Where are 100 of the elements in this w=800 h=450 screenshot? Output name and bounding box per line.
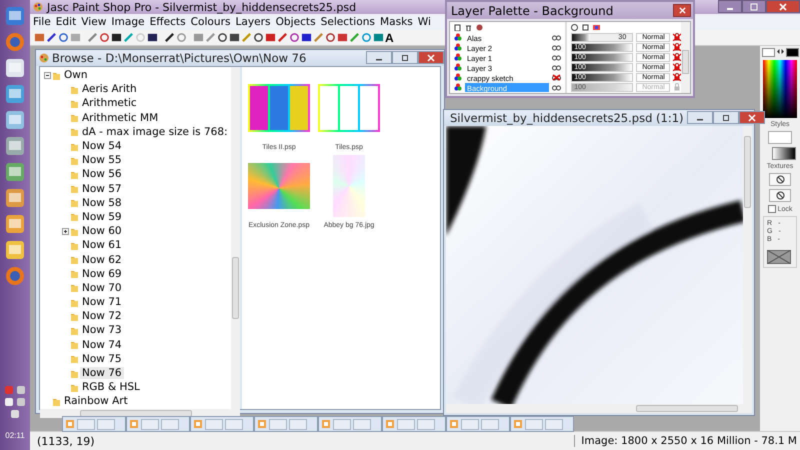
tree-item[interactable]: Now 69 <box>80 268 124 280</box>
mask-icon[interactable] <box>476 24 483 30</box>
image-icon <box>257 419 267 429</box>
tree-item[interactable]: Aeris Arith <box>80 83 139 96</box>
tree-item[interactable]: Now 56 <box>80 168 124 180</box>
tree-item[interactable]: Own <box>62 69 90 82</box>
scrollbar[interactable] <box>231 67 240 408</box>
trash-icon[interactable] <box>465 24 472 30</box>
tree-item[interactable]: Now 73 <box>80 324 124 336</box>
tree-item[interactable]: RGB & HSL <box>80 381 142 394</box>
scrollbar[interactable] <box>681 22 690 93</box>
texture-button[interactable] <box>769 173 791 186</box>
scrollbar-thumb[interactable] <box>682 50 689 74</box>
scrollbar[interactable] <box>446 404 752 413</box>
texture-button[interactable] <box>769 189 791 202</box>
restore-button[interactable] <box>712 111 739 124</box>
minimize-button[interactable] <box>718 0 742 13</box>
tool-icon[interactable] <box>46 32 57 43</box>
scrollbar[interactable] <box>743 126 752 404</box>
tool-icon[interactable] <box>229 32 240 43</box>
glasses-icon[interactable] <box>552 54 562 60</box>
background-swatch[interactable] <box>786 48 798 57</box>
thumbnail-image[interactable] <box>248 163 310 209</box>
window-icon[interactable] <box>5 6 25 26</box>
close-button[interactable] <box>673 4 691 17</box>
text-tool-button[interactable]: A <box>385 30 394 44</box>
tree-item[interactable]: Now 58 <box>80 196 124 209</box>
tree-item[interactable]: dA - max image size is 768: <box>80 126 230 138</box>
scrollbar-thumb[interactable] <box>232 257 239 319</box>
menu-item[interactable]: Edit <box>56 16 76 28</box>
layers-icon[interactable] <box>593 24 600 30</box>
scrollbar-thumb[interactable] <box>80 410 192 416</box>
restore-button[interactable] <box>392 51 418 64</box>
tool-icon[interactable] <box>301 32 312 43</box>
scrollbar-thumb[interactable] <box>744 136 751 208</box>
close-button[interactable] <box>738 111 765 124</box>
document-icon[interactable] <box>5 58 25 78</box>
menu-item[interactable]: View <box>81 16 106 28</box>
tree-item[interactable]: Now 59 <box>80 210 124 223</box>
foreground-swatch[interactable] <box>762 48 774 57</box>
scrollbar[interactable] <box>40 408 240 418</box>
menu-item[interactable]: Effects <box>150 16 186 28</box>
new-layer-icon[interactable] <box>454 24 461 30</box>
tool-icon[interactable] <box>164 32 175 43</box>
circle-icon[interactable] <box>571 24 578 30</box>
tool-icon[interactable] <box>217 32 228 43</box>
expand-icon[interactable] <box>62 228 69 235</box>
tree-item[interactable]: Now 71 <box>80 296 124 308</box>
glasses-icon[interactable] <box>552 44 562 50</box>
gradient-swatch[interactable] <box>772 147 796 160</box>
tree-item[interactable]: Arithmetic <box>80 97 139 110</box>
swap-icon[interactable] <box>776 48 784 55</box>
window-title: Browse - D:\Monserrat\Pictures\Own\Now 76 <box>52 51 306 65</box>
tree-item[interactable]: Now 54 <box>80 140 124 152</box>
menu-item[interactable]: Masks <box>380 16 413 28</box>
close-button[interactable] <box>418 51 444 64</box>
menu-item[interactable]: Colours <box>190 16 230 28</box>
menu-item[interactable]: Selections <box>320 16 375 28</box>
tool-icon[interactable] <box>111 32 122 43</box>
glasses-icon[interactable] <box>552 64 562 70</box>
tree-item[interactable]: Now 62 <box>80 254 124 266</box>
minimize-button[interactable] <box>686 111 713 124</box>
scrollbar-thumb[interactable] <box>636 405 738 412</box>
no-symbol-icon <box>776 175 784 184</box>
menu-item[interactable]: File <box>33 16 51 28</box>
tree-item[interactable]: Arithmetic MM <box>80 112 160 124</box>
checkbox[interactable] <box>768 205 776 213</box>
window-icon[interactable] <box>5 110 25 130</box>
tree-item[interactable]: Now 75 <box>80 352 124 365</box>
image-icon <box>385 419 395 429</box>
collapse-icon[interactable] <box>44 72 51 79</box>
thumbnail-image[interactable] <box>318 84 380 132</box>
tree-item[interactable]: Now 55 <box>80 154 124 166</box>
thumbnail-image[interactable] <box>248 84 310 132</box>
tree-item[interactable]: Now 60 <box>80 225 124 238</box>
image-icon <box>513 419 523 429</box>
close-button[interactable] <box>766 0 800 13</box>
minimize-button[interactable] <box>366 51 392 64</box>
color-picker[interactable] <box>763 60 797 118</box>
window-icon[interactable] <box>5 136 25 156</box>
tree-item[interactable]: Now 74 <box>80 338 124 351</box>
tree-item[interactable]: Now 70 <box>80 282 124 294</box>
tree-item[interactable]: Now 72 <box>80 310 124 322</box>
glasses-icon[interactable] <box>552 34 562 40</box>
tree-item[interactable]: Now 76 <box>80 367 124 380</box>
tool-icon[interactable] <box>253 32 264 43</box>
hidden-icon[interactable] <box>552 74 562 80</box>
style-swatch[interactable] <box>768 131 792 144</box>
menu-item[interactable]: Image <box>111 16 145 28</box>
menu-item[interactable]: Wi <box>418 16 431 28</box>
menu-item[interactable]: Layers <box>236 16 271 28</box>
tool-icon[interactable] <box>147 32 158 43</box>
square-icon[interactable] <box>582 24 590 30</box>
restore-button[interactable] <box>742 0 766 13</box>
window-icon[interactable] <box>5 84 25 104</box>
tree-item[interactable]: Now 57 <box>80 182 124 195</box>
thumbnail-image[interactable] <box>333 155 365 217</box>
tree-item[interactable]: Now 61 <box>80 239 124 252</box>
tree-item[interactable]: Rainbow Art <box>62 395 130 408</box>
menu-item[interactable]: Objects <box>276 16 316 28</box>
